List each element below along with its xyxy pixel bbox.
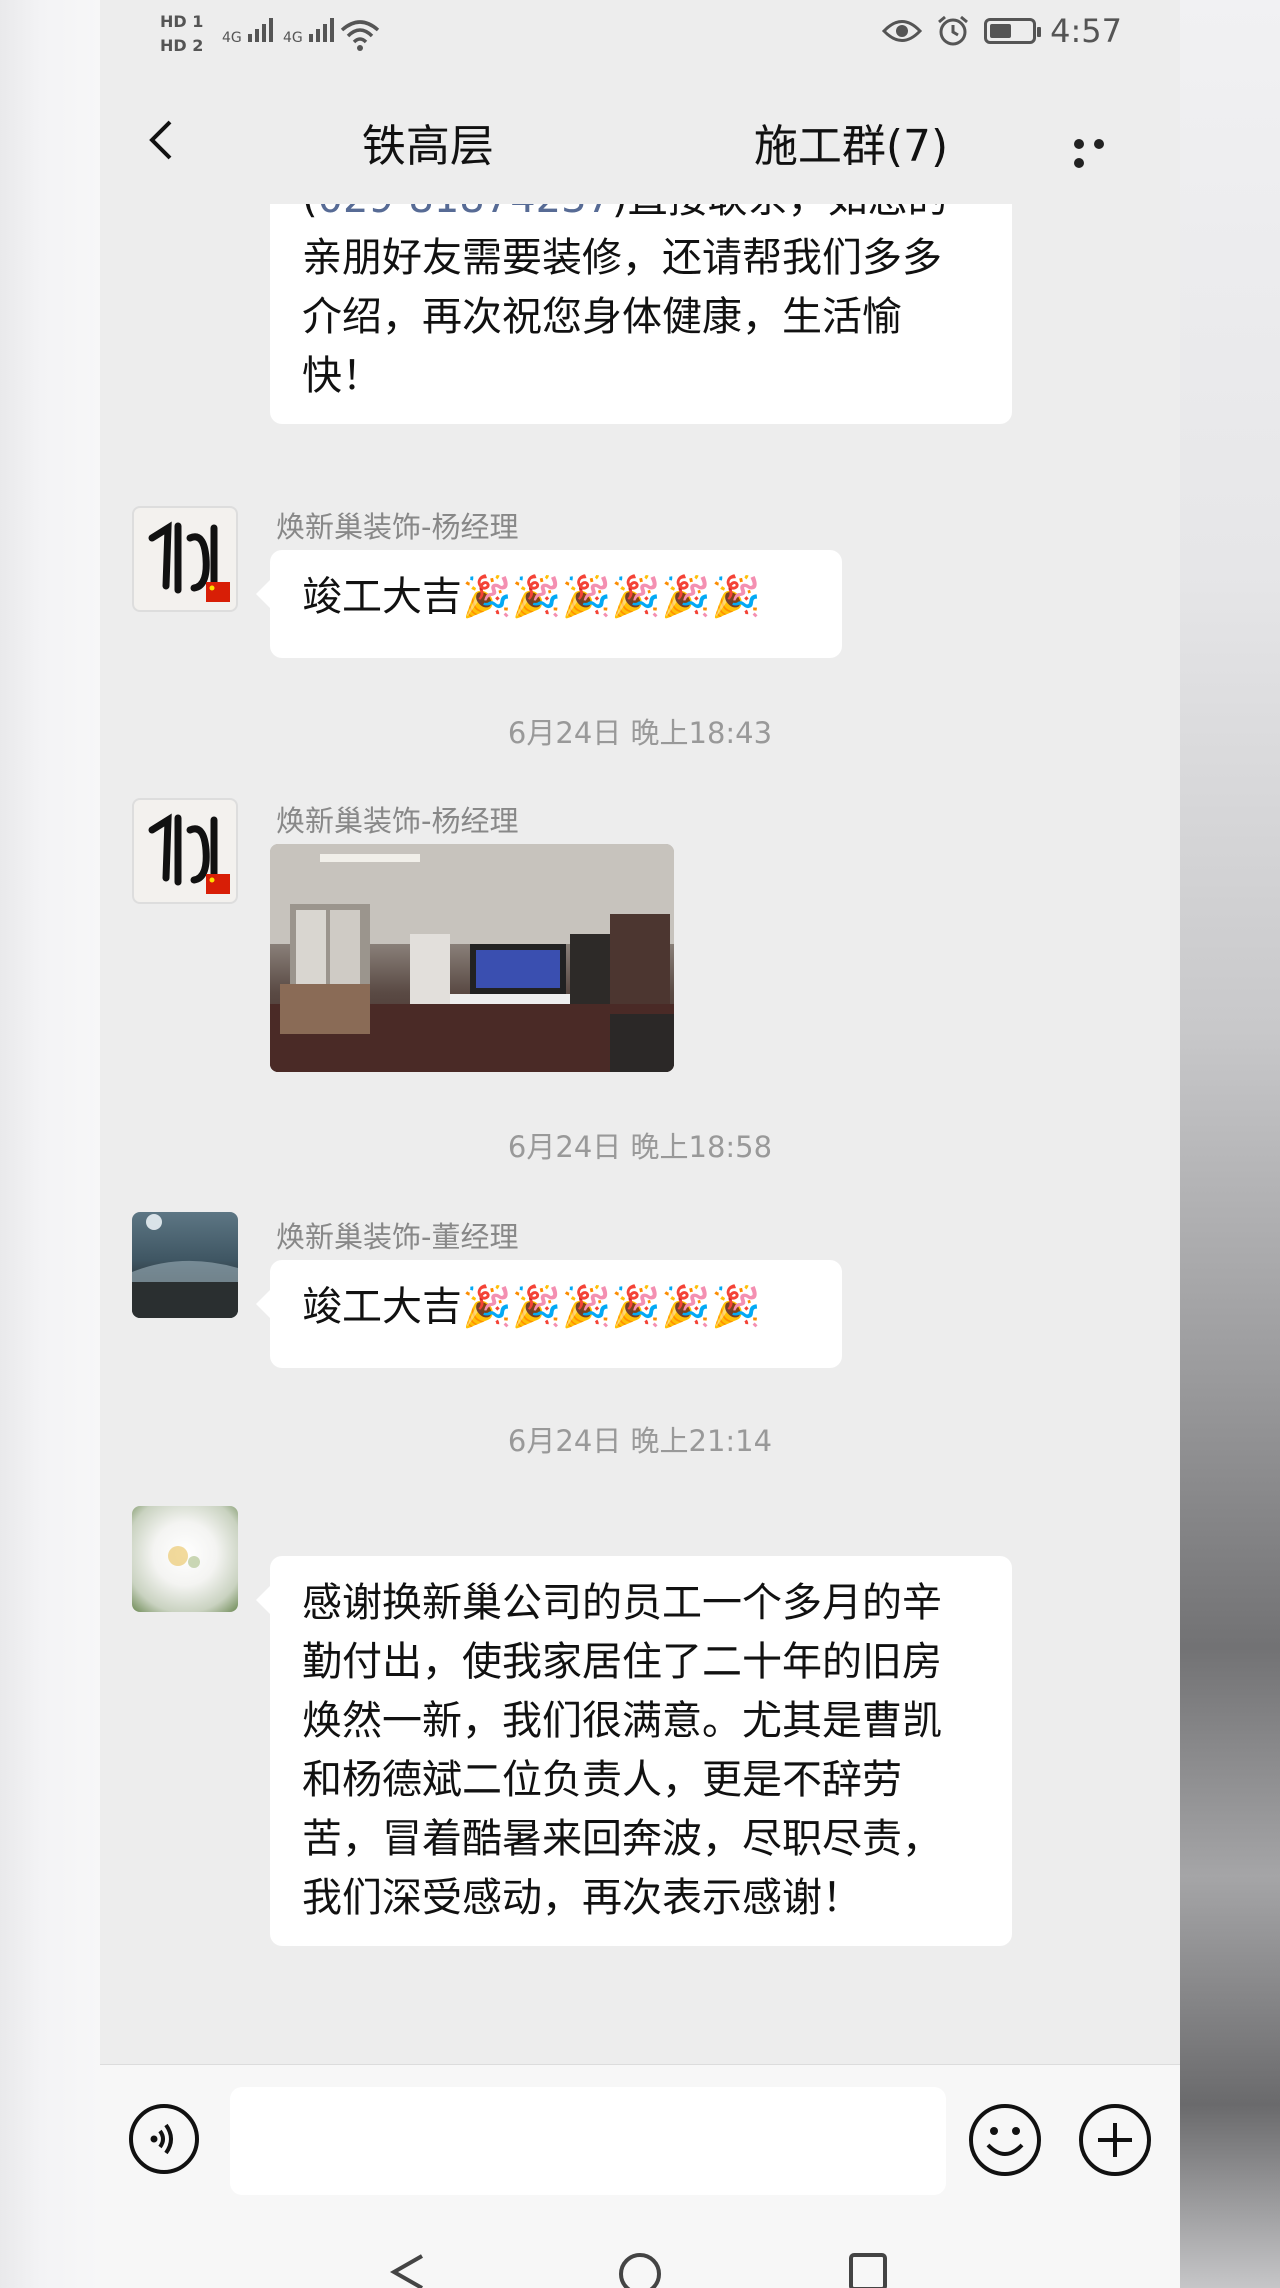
msg1-prefix: ( <box>302 204 318 222</box>
chevron-left-icon[interactable] <box>140 116 188 164</box>
network-label-2: 4G <box>283 30 303 46</box>
background-right <box>1180 0 1280 2288</box>
calligraphy-avatar-image <box>148 521 230 602</box>
chat-title-left: 铁高层 <box>361 121 494 172</box>
calligraphy-avatar-image <box>148 813 230 894</box>
clock: 4:57 <box>1050 12 1122 50</box>
timestamp: 6月24日 晚上18:58 <box>507 1130 773 1164</box>
chat-header: 铁高层 施工群(7) <box>100 76 1180 204</box>
message-bubble-2[interactable]: 竣工大吉🎉🎉🎉🎉🎉🎉 <box>256 550 842 658</box>
plus-icon[interactable] <box>1078 2103 1152 2177</box>
avatar-customer[interactable] <box>132 1506 238 1612</box>
nav-home-icon[interactable] <box>618 2252 662 2288</box>
chat-title: 铁高层 施工群(7) <box>280 110 1030 174</box>
chat-title-right: 施工群(7) <box>753 121 949 172</box>
background-left <box>0 0 100 2288</box>
living-room-photo <box>270 844 674 1072</box>
input-bar <box>100 2064 1180 2215</box>
sim-indicators: HD 1 HD 2 <box>160 10 203 58</box>
timestamp: 6月24日 晚上21:14 <box>507 1424 773 1458</box>
status-bar: HD 1 HD 2 4G 4G 4:57 <box>100 0 1180 76</box>
emoji-icon[interactable] <box>968 2103 1042 2177</box>
system-navigation <box>100 2214 1180 2288</box>
avatar-yang[interactable] <box>132 798 238 904</box>
msg5-text: 感谢换新巢公司的员工一个多月的辛勤付出，使我家居住了二十年的旧房焕然一新，我们很… <box>302 1580 942 1921</box>
message-bubble-1[interactable]: (029-81874237)直接联系，如您的亲朋好友需要装修，还请帮我们多多介绍… <box>270 204 1012 424</box>
signal-bars-icon <box>248 18 274 42</box>
phone-screen: HD 1 HD 2 4G 4G 4:57 铁高层 施工群(7) 亲朋好友需要装修… <box>100 0 1180 2288</box>
avatar-yang[interactable] <box>132 506 238 612</box>
signal-bars-icon <box>309 18 335 42</box>
party-popper-emojis: 🎉🎉🎉🎉🎉🎉 <box>462 574 761 620</box>
message-bubble-4[interactable]: 竣工大吉🎉🎉🎉🎉🎉🎉 <box>256 1260 842 1368</box>
sender-name: 焕新巢装饰-董经理 <box>276 1220 519 1254</box>
sender-name: 焕新巢装饰-杨经理 <box>276 510 519 544</box>
status-right: 4:57 <box>882 12 1122 50</box>
sim1-label: HD 1 <box>160 12 204 31</box>
timestamp: 6月24日 晚上18:43 <box>507 716 773 750</box>
alarm-icon <box>938 15 969 46</box>
avatar-dong[interactable] <box>132 1212 238 1318</box>
sender-name: 焕新巢装饰-杨经理 <box>276 804 519 838</box>
chat-messages[interactable]: (029-81874237)直接联系，如您的亲朋好友需要装修，还请帮我们多多介绍… <box>100 204 1180 2064</box>
wifi-icon <box>340 20 380 51</box>
photo-message[interactable] <box>270 844 674 1072</box>
msg2-text: 竣工大吉 <box>302 574 462 620</box>
signal-1: 4G <box>222 18 274 46</box>
nav-back-icon[interactable] <box>388 2252 428 2288</box>
signal-2: 4G <box>283 18 335 46</box>
eye-icon <box>882 20 923 42</box>
message-bubble-5[interactable]: 感谢换新巢公司的员工一个多月的辛勤付出，使我家居住了二十年的旧房焕然一新，我们很… <box>256 1556 1012 1946</box>
network-label-1: 4G <box>222 30 242 46</box>
msg4-text: 竣工大吉 <box>302 1284 462 1330</box>
msg1-text: )直接联系，如您的亲朋好友需要装修，还请帮我们多多介绍，再次祝您身体健康，生活愉… <box>302 204 948 399</box>
party-popper-emojis: 🎉🎉🎉🎉🎉🎉 <box>462 1284 761 1330</box>
voice-icon[interactable] <box>128 2103 200 2175</box>
battery-icon <box>984 18 1042 44</box>
sim2-label: HD 2 <box>160 36 204 55</box>
sky-landscape-avatar <box>132 1214 238 1318</box>
nav-recents-icon[interactable] <box>848 2252 888 2288</box>
more-dots-icon[interactable] <box>1074 134 1130 168</box>
message-input[interactable] <box>230 2087 946 2195</box>
blurred-avatar-image <box>168 1546 200 1568</box>
phone-link[interactable]: 029-81874237 <box>318 204 612 222</box>
